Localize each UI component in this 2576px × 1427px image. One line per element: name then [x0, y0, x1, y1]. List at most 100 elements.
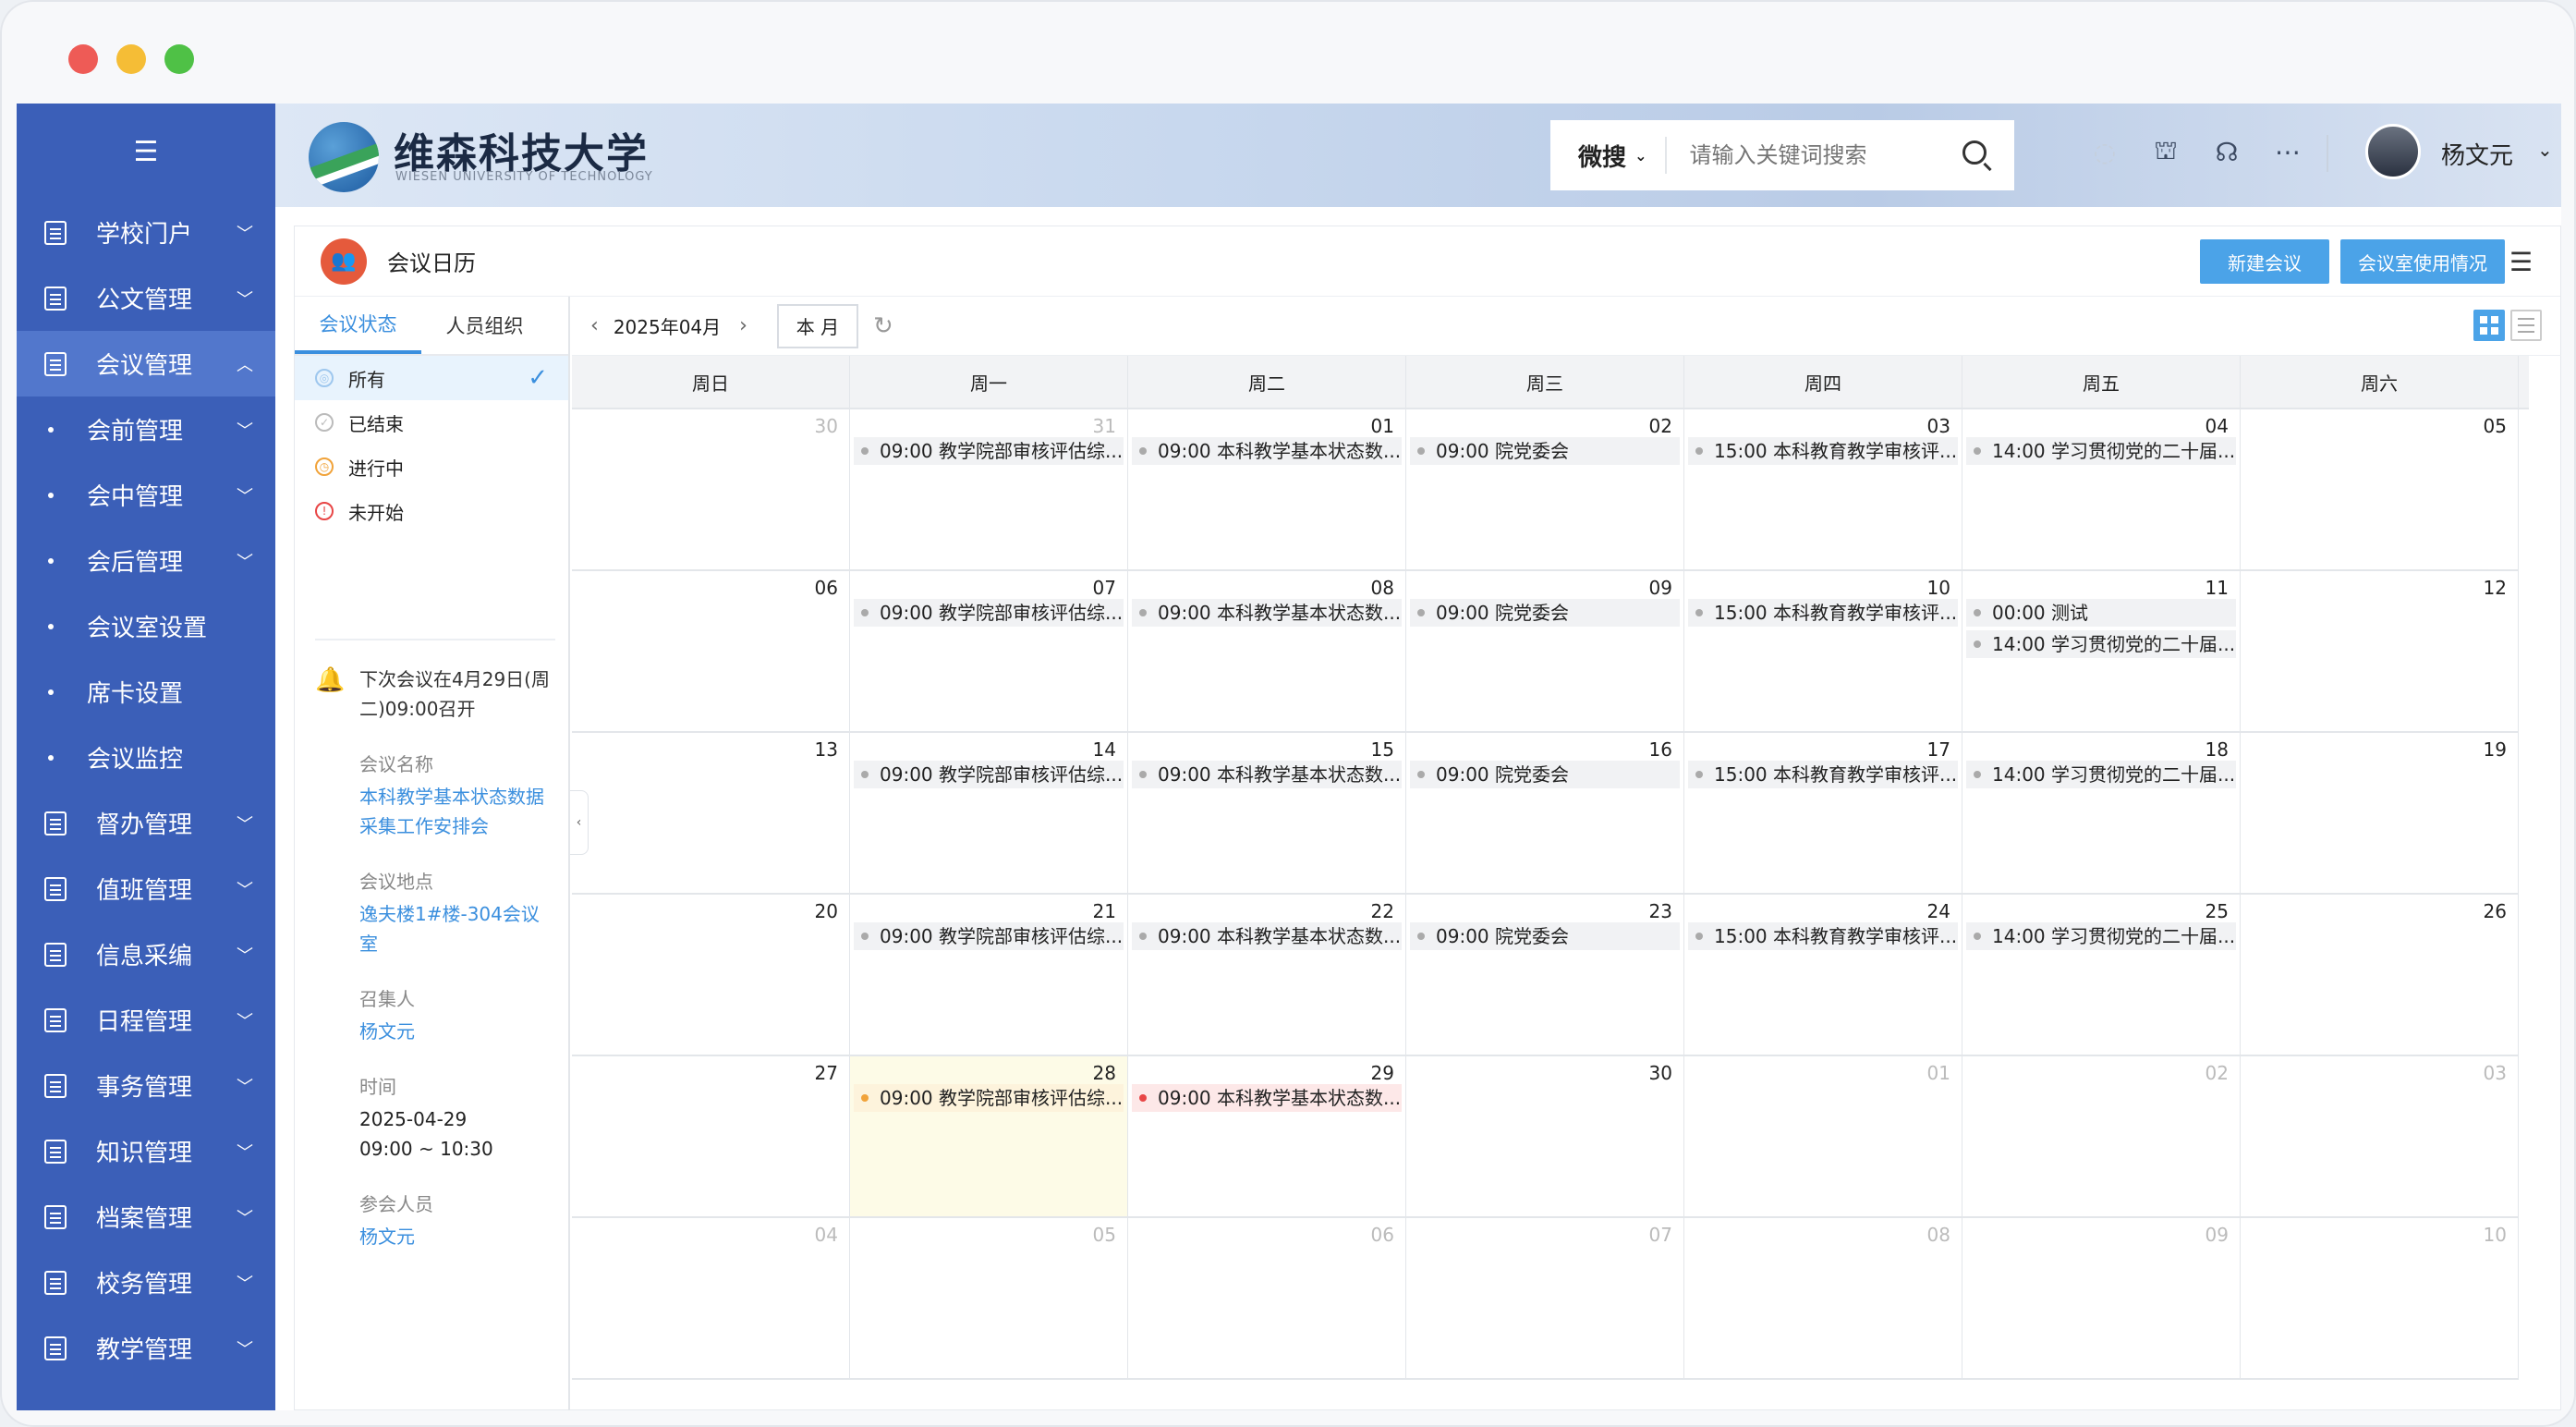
search-scope-dropdown[interactable]: 微搜 ⌄ — [1550, 137, 1668, 174]
sidebar-subitem[interactable]: 会议室设置 — [17, 593, 275, 659]
calendar-day-cell[interactable]: 10 15:00 本科教育教学审核评... — [1684, 571, 1962, 733]
calendar-day-cell[interactable]: 28 09:00 教学院部审核评估综... — [850, 1056, 1128, 1218]
status-not-started[interactable]: ! 未开始 — [295, 489, 568, 533]
sidebar-item[interactable]: 信息采编 ﹀ — [17, 921, 275, 987]
calendar-day-cell[interactable]: 02 09:00 院党委会 — [1406, 409, 1684, 571]
calendar-day-cell[interactable]: 03 — [2241, 1056, 2519, 1218]
avatar[interactable] — [2365, 124, 2421, 179]
minimize-button[interactable] — [116, 44, 146, 74]
org-chart-icon[interactable]: ⛫ — [2149, 135, 2182, 168]
calendar-day-cell[interactable]: 05 — [2241, 409, 2519, 571]
calendar-day-cell[interactable]: 26 — [2241, 895, 2519, 1056]
calendar-event[interactable]: 14:00 学习贯彻党的二十届... — [1966, 922, 2236, 950]
calendar-event[interactable]: 15:00 本科教育教学审核评... — [1688, 922, 1958, 950]
sync-icon[interactable]: ◌ — [2088, 135, 2121, 168]
calendar-event[interactable]: 09:00 教学院部审核评估综... — [854, 761, 1124, 788]
calendar-event[interactable]: 14:00 学习贯彻党的二十届... — [1966, 761, 2236, 788]
close-button[interactable] — [68, 44, 98, 74]
next-month-button[interactable]: › — [739, 314, 747, 337]
sidebar-item[interactable]: 督办管理 ﹀ — [17, 790, 275, 856]
host-value[interactable]: 杨文元 — [359, 1017, 555, 1046]
calendar-day-cell[interactable]: 21 09:00 教学院部审核评估综... — [850, 895, 1128, 1056]
calendar-day-cell[interactable]: 12 — [2241, 571, 2519, 733]
calendar-day-cell[interactable]: 06 — [1128, 1218, 1406, 1380]
sidebar-subitem[interactable]: 会后管理 ﹀ — [17, 528, 275, 593]
calendar-day-cell[interactable]: 31 09:00 教学院部审核评估综... — [850, 409, 1128, 571]
sidebar-item[interactable]: 会议管理 ︿ — [17, 331, 275, 396]
calendar-event[interactable]: 09:00 本科教学基本状态数... — [1132, 1084, 1402, 1112]
calendar-event[interactable]: 09:00 院党委会 — [1410, 437, 1680, 465]
calendar-day-cell[interactable]: 10 — [2241, 1218, 2519, 1380]
calendar-event[interactable]: 09:00 院党委会 — [1410, 599, 1680, 627]
sidebar-item[interactable]: 公文管理 ﹀ — [17, 265, 275, 331]
meeting-name-value[interactable]: 本科教学基本状态数据采集工作安排会 — [359, 782, 555, 841]
calendar-day-cell[interactable]: 04 14:00 学习贯彻党的二十届... — [1962, 409, 2241, 571]
sidebar-subitem[interactable]: 席卡设置 — [17, 659, 275, 725]
calendar-day-cell[interactable]: 05 — [850, 1218, 1128, 1380]
grid-view-icon[interactable] — [2473, 310, 2505, 341]
calendar-event[interactable]: 00:00 测试 — [1966, 599, 2236, 627]
calendar-day-cell[interactable]: 17 15:00 本科教育教学审核评... — [1684, 733, 1962, 895]
sidebar-subitem[interactable]: 会议监控 — [17, 725, 275, 790]
calendar-event[interactable]: 14:00 学习贯彻党的二十届... — [1966, 630, 2236, 658]
calendar-day-cell[interactable]: 27 — [572, 1056, 850, 1218]
calendar-day-cell[interactable]: 14 09:00 教学院部审核评估综... — [850, 733, 1128, 895]
sidebar-subitem[interactable]: 会前管理 ﹀ — [17, 396, 275, 462]
meeting-place-value[interactable]: 逸夫楼1#楼-304会议室 — [359, 899, 555, 958]
refresh-icon[interactable]: ↻ — [873, 312, 893, 340]
calendar-event[interactable]: 14:00 学习贯彻党的二十届... — [1966, 437, 2236, 465]
calendar-day-cell[interactable]: 03 15:00 本科教育教学审核评... — [1684, 409, 1962, 571]
calendar-day-cell[interactable]: 20 — [572, 895, 850, 1056]
calendar-event[interactable]: 09:00 本科教学基本状态数... — [1132, 922, 1402, 950]
sidebar-item[interactable]: 教学管理 ﹀ — [17, 1315, 275, 1381]
sidebar-item[interactable]: 知识管理 ﹀ — [17, 1118, 275, 1184]
sidebar-item[interactable]: 档案管理 ﹀ — [17, 1184, 275, 1250]
calendar-day-cell[interactable]: 15 09:00 本科教学基本状态数... — [1128, 733, 1406, 895]
sidebar-item[interactable]: 日程管理 ﹀ — [17, 987, 275, 1053]
calendar-day-cell[interactable]: 08 — [1684, 1218, 1962, 1380]
calendar-day-cell[interactable]: 23 09:00 院党委会 — [1406, 895, 1684, 1056]
this-month-button[interactable]: 本 月 — [776, 303, 858, 348]
calendar-day-cell[interactable]: 29 09:00 本科教学基本状态数... — [1128, 1056, 1406, 1218]
list-view-icon[interactable] — [2510, 310, 2542, 341]
more-icon[interactable]: ⋯ — [2271, 135, 2304, 168]
calendar-day-cell[interactable]: 04 — [572, 1218, 850, 1380]
calendar-day-cell[interactable]: 07 — [1406, 1218, 1684, 1380]
calendar-event[interactable]: 15:00 本科教育教学审核评... — [1688, 761, 1958, 788]
status-in-progress[interactable]: ◷ 进行中 — [295, 445, 568, 489]
calendar-day-cell[interactable]: 19 — [2241, 733, 2519, 895]
sidebar-subitem[interactable]: 会中管理 ﹀ — [17, 462, 275, 528]
tab-personnel[interactable]: 人员组织 — [421, 297, 548, 354]
calendar-day-cell[interactable]: 11 00:00 测试 14:00 学习贯彻党的二十届... — [1962, 571, 2241, 733]
search-input[interactable] — [1689, 142, 1949, 168]
calendar-event[interactable]: 15:00 本科教育教学审核评... — [1688, 599, 1958, 627]
calendar-day-cell[interactable]: 01 — [1684, 1056, 1962, 1218]
calendar-event[interactable]: 09:00 教学院部审核评估综... — [854, 922, 1124, 950]
status-all[interactable]: ◎ 所有 ✓ — [295, 356, 568, 400]
calendar-event[interactable]: 09:00 教学院部审核评估综... — [854, 599, 1124, 627]
calendar-day-cell[interactable]: 30 — [1406, 1056, 1684, 1218]
calendar-day-cell[interactable]: 18 14:00 学习贯彻党的二十届... — [1962, 733, 2241, 895]
maximize-button[interactable] — [164, 44, 194, 74]
calendar-event[interactable]: 09:00 本科教学基本状态数... — [1132, 437, 1402, 465]
calendar-event[interactable]: 09:00 教学院部审核评估综... — [854, 437, 1124, 465]
calendar-day-cell[interactable]: 13 — [572, 733, 850, 895]
sidebar-item[interactable]: 事务管理 ﹀ — [17, 1053, 275, 1118]
calendar-event[interactable]: 15:00 本科教育教学审核评... — [1688, 437, 1958, 465]
support-icon[interactable]: ☊ — [2210, 135, 2243, 168]
calendar-day-cell[interactable]: 09 — [1962, 1218, 2241, 1380]
search-icon[interactable] — [1962, 140, 1987, 165]
sidebar-item[interactable]: 值班管理 ﹀ — [17, 856, 275, 921]
calendar-event[interactable]: 09:00 院党委会 — [1410, 922, 1680, 950]
new-meeting-button[interactable]: 新建会议 — [2200, 239, 2329, 284]
calendar-event[interactable]: 09:00 教学院部审核评估综... — [854, 1084, 1124, 1112]
calendar-day-cell[interactable]: 09 09:00 院党委会 — [1406, 571, 1684, 733]
sidebar-item[interactable]: 校务管理 ﹀ — [17, 1250, 275, 1315]
calendar-day-cell[interactable]: 22 09:00 本科教学基本状态数... — [1128, 895, 1406, 1056]
calendar-event[interactable]: 09:00 本科教学基本状态数... — [1132, 761, 1402, 788]
menu-list-icon[interactable]: ☰ — [2509, 247, 2533, 277]
indent-icon[interactable]: ☰ — [17, 104, 275, 200]
sidebar-item[interactable]: 学校门户 ﹀ — [17, 200, 275, 265]
user-name[interactable]: 杨文元 — [2441, 137, 2513, 171]
calendar-day-cell[interactable]: 06 — [572, 571, 850, 733]
